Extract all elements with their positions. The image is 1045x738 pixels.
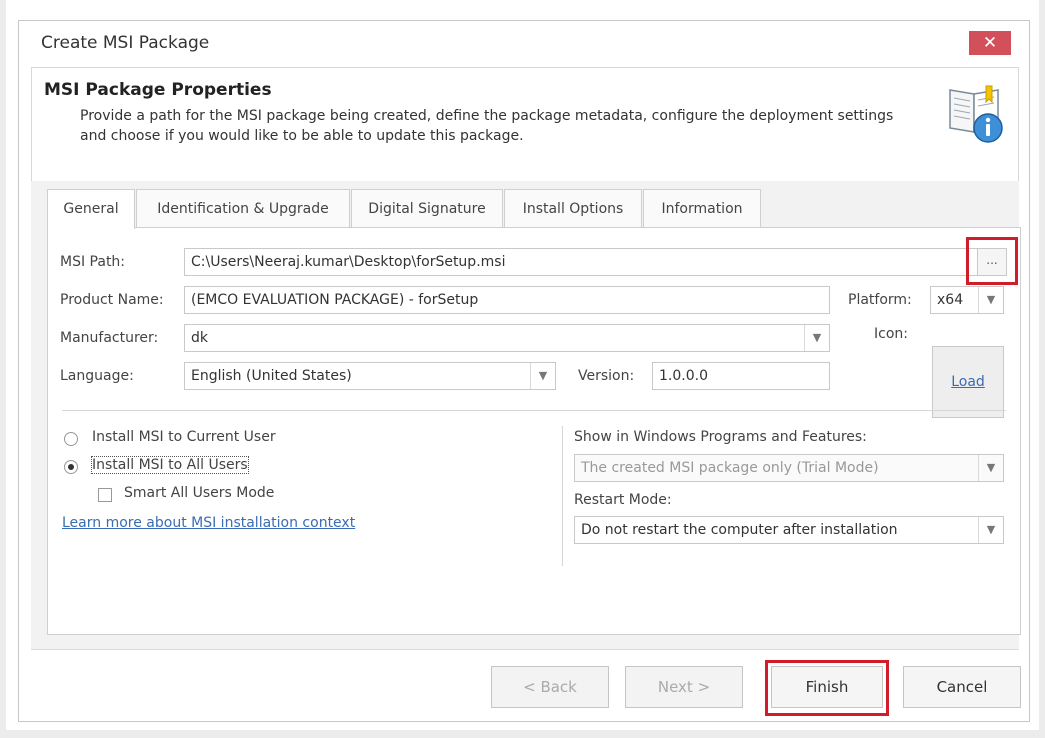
tab-install-options[interactable]: Install Options	[504, 189, 642, 227]
chevron-down-icon: ▼	[978, 287, 1003, 313]
platform-dropdown[interactable]: x64 ▼	[930, 286, 1004, 314]
general-tab-panel: MSI Path: C:\Users\Neeraj.kumar\Desktop\…	[47, 227, 1021, 635]
radio-current-user[interactable]	[64, 432, 78, 446]
manufacturer-label: Manufacturer:	[60, 330, 159, 346]
chevron-down-icon: ▼	[978, 517, 1003, 543]
section-separator	[62, 410, 1006, 411]
close-icon: ✕	[982, 33, 998, 53]
chevron-down-icon: ▼	[804, 325, 829, 351]
page-description: Provide a path for the MSI package being…	[80, 108, 894, 144]
smart-all-users-checkbox[interactable]	[98, 488, 112, 502]
tab-label: Information	[661, 201, 743, 217]
radio-current-user-label: Install MSI to Current User	[92, 429, 276, 445]
tab-digital-signature[interactable]: Digital Signature	[351, 189, 503, 227]
manufacturer-combo[interactable]: dk ▼	[184, 324, 830, 352]
show-in-programs-label: Show in Windows Programs and Features:	[574, 429, 867, 445]
version-input[interactable]: 1.0.0.0	[652, 362, 830, 390]
tab-label: General	[63, 201, 119, 217]
chevron-down-icon: ▼	[978, 455, 1003, 481]
manufacturer-value: dk	[191, 330, 208, 346]
smart-all-users-label: Smart All Users Mode	[124, 485, 275, 501]
tab-label: Install Options	[522, 201, 624, 217]
footer-separator	[31, 649, 1019, 650]
chevron-down-icon: ▼	[530, 363, 555, 389]
window-title: Create MSI Package	[41, 33, 210, 53]
tab-label: Identification & Upgrade	[157, 201, 329, 217]
back-button[interactable]: < Back	[491, 666, 609, 708]
language-label: Language:	[60, 368, 134, 384]
version-label: Version:	[578, 368, 635, 384]
language-dropdown[interactable]: English (United States) ▼	[184, 362, 556, 390]
msi-path-label: MSI Path:	[60, 254, 126, 270]
close-button[interactable]: ✕	[969, 31, 1011, 55]
next-button[interactable]: Next >	[625, 666, 743, 708]
tab-identification-upgrade[interactable]: Identification & Upgrade	[136, 189, 350, 227]
tab-general[interactable]: General	[47, 189, 135, 229]
platform-value: x64	[937, 292, 964, 308]
page-title: MSI Package Properties	[44, 80, 272, 100]
product-name-label: Product Name:	[60, 292, 164, 308]
finish-highlight	[765, 660, 889, 716]
radio-all-users-label: Install MSI to All Users	[91, 456, 249, 474]
tab-label: Digital Signature	[368, 201, 486, 217]
language-value: English (United States)	[191, 368, 352, 384]
radio-all-users[interactable]	[64, 460, 78, 474]
tab-information[interactable]: Information	[643, 189, 761, 227]
show-in-programs-dropdown[interactable]: The created MSI package only (Trial Mode…	[574, 454, 1004, 482]
msi-path-input[interactable]: C:\Users\Neeraj.kumar\Desktop\forSetup.m…	[184, 248, 978, 276]
browse-highlight	[966, 237, 1018, 285]
load-icon-button[interactable]: Load	[932, 346, 1004, 418]
cancel-button[interactable]: Cancel	[903, 666, 1021, 708]
column-separator	[562, 426, 563, 566]
product-name-input[interactable]: (EMCO EVALUATION PACKAGE) - forSetup	[184, 286, 830, 314]
restart-mode-label: Restart Mode:	[574, 492, 672, 508]
book-info-icon	[949, 85, 1003, 143]
restart-mode-dropdown[interactable]: Do not restart the computer after instal…	[574, 516, 1004, 544]
create-msi-dialog: Create MSI Package ✕ MSI Package Propert…	[18, 20, 1030, 722]
page-header: MSI Package Properties Provide a path fo…	[31, 67, 1019, 189]
icon-label: Icon:	[874, 326, 908, 342]
show-in-programs-value: The created MSI package only (Trial Mode…	[581, 460, 879, 476]
title-bar: Create MSI Package ✕	[19, 21, 1029, 65]
learn-more-link[interactable]: Learn more about MSI installation contex…	[62, 515, 355, 531]
platform-label: Platform:	[848, 292, 912, 308]
restart-mode-value: Do not restart the computer after instal…	[581, 522, 898, 538]
